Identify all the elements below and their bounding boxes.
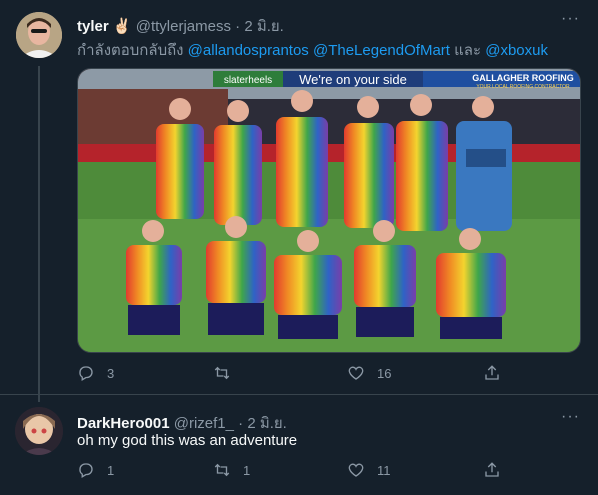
reply-count: 3 <box>107 365 115 381</box>
reply-prefix: กำลังตอบกลับถึง <box>77 42 184 59</box>
more-options-icon[interactable]: ··· <box>561 10 580 28</box>
tweet-text: oh my god this was an adventure <box>77 432 298 449</box>
like-count: 11 <box>377 462 391 478</box>
handle[interactable]: @ttylerjamess <box>136 18 231 35</box>
replying-to: กำลังตอบกลับถึง @allandosprantos @TheLeg… <box>77 38 548 62</box>
retweet-button[interactable]: 1 <box>213 461 250 479</box>
more-options-icon[interactable]: ··· <box>561 408 580 426</box>
conjunction: และ <box>454 42 482 59</box>
banner-text: We're on your side <box>299 72 407 87</box>
tweet-actions: 1 1 11 <box>77 461 517 485</box>
retweet-icon <box>214 366 230 380</box>
tweet-photo[interactable]: slaterheels We're on your side GALLAGHER… <box>77 68 581 353</box>
tweet[interactable]: tyler ✌🏻 @ttylerjamess · 2 มิ.ย. ··· กำล… <box>0 0 598 395</box>
avatar-image <box>16 12 62 58</box>
share-button[interactable] <box>483 364 501 382</box>
reply-count: 1 <box>107 462 115 478</box>
emoji: ✌🏻 <box>112 18 132 35</box>
banner-text: GALLAGHER ROOFING <box>472 73 574 83</box>
avatar-image <box>15 407 63 455</box>
team-photo-image: slaterheels We're on your side GALLAGHER… <box>78 69 580 352</box>
separator: · <box>238 415 244 432</box>
share-button[interactable] <box>483 461 501 479</box>
avatar[interactable] <box>15 407 63 455</box>
separator: · <box>235 18 241 35</box>
display-name[interactable]: tyler <box>77 18 109 35</box>
tweet-actions: 3 16 <box>77 364 517 388</box>
avatar[interactable] <box>16 12 62 58</box>
handle[interactable]: @rizef1_ <box>174 415 234 432</box>
mention-link[interactable]: @allandosprantos <box>188 42 309 59</box>
tweet[interactable]: DarkHero001 @rizef1_ · 2 มิ.ย. ··· oh my… <box>0 395 598 495</box>
like-count: 16 <box>377 365 392 381</box>
retweet-button[interactable] <box>213 364 243 382</box>
banner-text: slaterheels <box>224 75 272 86</box>
retweet-count: 1 <box>243 462 251 478</box>
like-button[interactable]: 11 <box>347 461 391 479</box>
heart-icon <box>348 366 364 380</box>
reply-icon <box>79 366 93 381</box>
display-name[interactable]: DarkHero001 <box>77 415 170 432</box>
retweet-icon <box>214 463 230 477</box>
banner-text: YOUR LOCAL ROOFING CONTRACTOR <box>476 84 570 90</box>
reply-button[interactable]: 3 <box>77 364 114 382</box>
mention-link[interactable]: @TheLegendOfMart <box>313 42 450 59</box>
like-button[interactable]: 16 <box>347 364 391 382</box>
timestamp[interactable]: 2 มิ.ย. <box>247 415 287 432</box>
reply-icon <box>79 463 93 478</box>
mention-link[interactable]: @xboxuk <box>485 42 548 59</box>
heart-icon <box>348 463 364 477</box>
share-icon <box>485 365 499 380</box>
timestamp[interactable]: 2 มิ.ย. <box>244 18 284 35</box>
share-icon <box>485 462 499 477</box>
reply-button[interactable]: 1 <box>77 461 114 479</box>
tweet-header: tyler ✌🏻 @ttylerjamess · 2 มิ.ย. <box>77 14 284 38</box>
